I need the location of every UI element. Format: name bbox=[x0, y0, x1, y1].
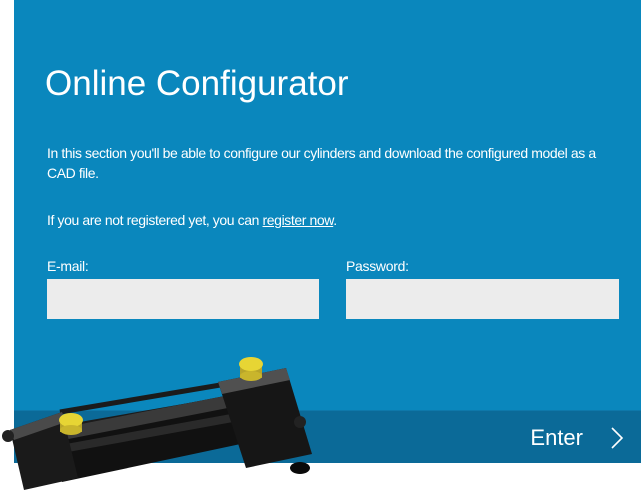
page-title: Online Configurator bbox=[45, 64, 349, 103]
email-field[interactable] bbox=[47, 279, 319, 319]
hydraulic-cylinder-image bbox=[2, 357, 312, 490]
registration-note: If you are not registered yet, you can r… bbox=[47, 210, 337, 230]
yellow-cap-left bbox=[59, 413, 83, 435]
email-label: E-mail: bbox=[47, 258, 89, 274]
enter-button[interactable]: Enter bbox=[530, 411, 627, 463]
enter-button-label: Enter bbox=[530, 424, 583, 450]
chevron-right-icon bbox=[611, 426, 624, 449]
registration-prefix: If you are not registered yet, you can bbox=[47, 212, 263, 228]
password-field[interactable] bbox=[346, 279, 619, 319]
password-label: Password: bbox=[346, 258, 409, 274]
registration-suffix: . bbox=[333, 212, 337, 228]
register-now-link[interactable]: register now bbox=[263, 212, 334, 228]
yellow-cap-right bbox=[239, 357, 263, 381]
section-description: In this section you'll be able to config… bbox=[47, 145, 596, 181]
